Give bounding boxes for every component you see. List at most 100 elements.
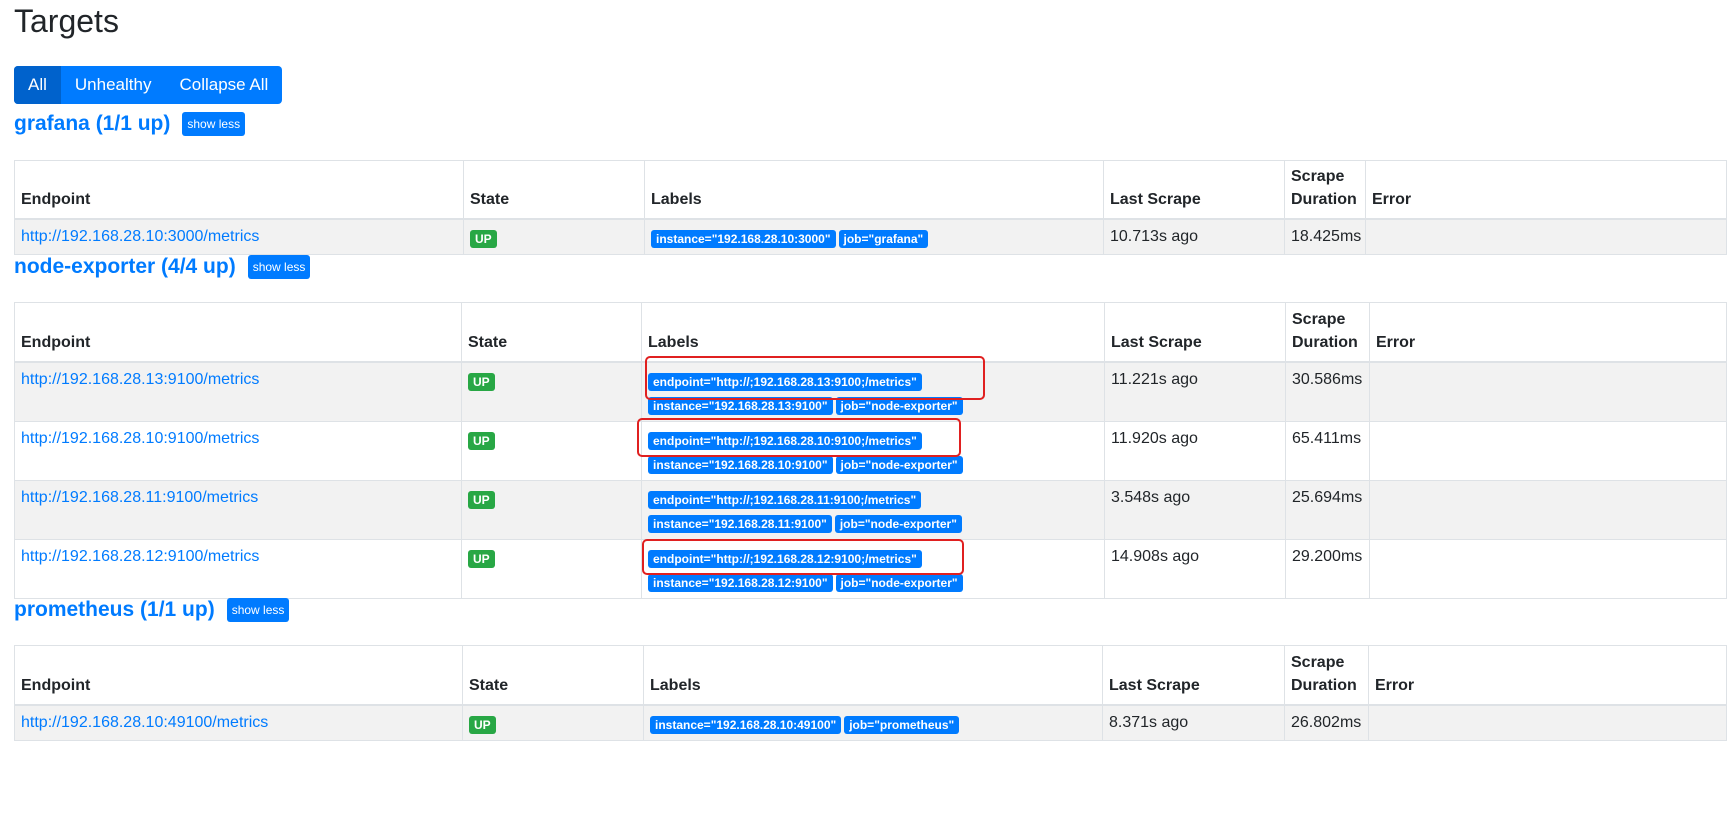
label-badge: job="node-exporter" — [835, 573, 963, 592]
column-header-scrape-duration: Scrape Duration — [1284, 160, 1366, 220]
table-row: http://192.168.28.10:49100/metrics UP inst… — [14, 704, 1727, 741]
table-row: http://192.168.28.11:9100/metrics UP endpo… — [14, 479, 1727, 540]
collapse-all-button[interactable]: Collapse All — [165, 66, 282, 104]
column-header-labels: Labels — [643, 645, 1103, 706]
scrape-duration-cell: 65.411ms — [1285, 420, 1370, 481]
state-cell: UP — [462, 704, 644, 741]
filter-all-button[interactable]: All — [14, 66, 61, 104]
last-scrape-cell: 11.221s ago — [1104, 361, 1286, 422]
label-badge: endpoint="http://;192.168.28.10:9100;/me… — [648, 431, 922, 450]
endpoint-link[interactable]: http://192.168.28.13:9100/metrics — [14, 361, 462, 422]
column-header-state: State — [461, 302, 642, 363]
state-badge: UP — [470, 229, 497, 248]
table-header-row: Endpoint State Labels Last Scrape Scrape Dur… — [14, 645, 1727, 706]
table-row: http://192.168.28.10:9100/metrics UP endpo… — [14, 420, 1727, 481]
state-badge: UP — [469, 715, 496, 734]
table-row: http://192.168.28.13:9100/metrics UP endpo… — [14, 361, 1727, 422]
scrape-duration-cell: 18.425ms — [1284, 218, 1366, 255]
column-header-endpoint: Endpoint — [14, 645, 463, 706]
label-badge: job="node-exporter" — [835, 396, 963, 415]
label-badge: job="grafana" — [838, 229, 929, 248]
scrape-duration-cell: 25.694ms — [1285, 479, 1370, 540]
show-less-button[interactable]: show less — [182, 112, 246, 136]
target-group-header: prometheus (1/1 up) show less — [14, 598, 290, 622]
error-cell — [1369, 420, 1727, 481]
column-header-error: Error — [1365, 160, 1727, 220]
label-badge: instance="192.168.28.11:9100" — [648, 514, 832, 533]
labels-cell: endpoint="http://;192.168.28.11:9100;/me… — [641, 479, 1105, 540]
last-scrape-cell: 8.371s ago — [1102, 704, 1285, 741]
target-group-title[interactable]: node-exporter (4/4 up) — [14, 255, 236, 279]
scrape-duration-cell: 29.200ms — [1285, 538, 1370, 599]
show-less-button[interactable]: show less — [226, 598, 290, 622]
state-cell: UP — [461, 538, 642, 599]
show-less-button[interactable]: show less — [247, 255, 311, 279]
column-header-last-scrape: Last Scrape — [1102, 645, 1285, 706]
label-badge: endpoint="http://;192.168.28.12:9100;/me… — [648, 549, 922, 568]
page-title: Targets — [14, 3, 119, 39]
endpoint-link[interactable]: http://192.168.28.10:49100/metrics — [14, 704, 463, 741]
state-badge: UP — [468, 431, 495, 450]
filter-button-group: All Unhealthy Collapse All — [14, 66, 283, 104]
label-badge: job="node-exporter" — [834, 514, 962, 533]
column-header-state: State — [463, 160, 645, 220]
table-header-row: Endpoint State Labels Last Scrape Scrape Dur… — [14, 302, 1727, 363]
last-scrape-cell: 10.713s ago — [1103, 218, 1285, 255]
column-header-last-scrape: Last Scrape — [1104, 302, 1286, 363]
label-badge: endpoint="http://;192.168.28.13:9100;/me… — [648, 372, 922, 391]
last-scrape-cell: 14.908s ago — [1104, 538, 1286, 599]
endpoint-link[interactable]: http://192.168.28.11:9100/metrics — [14, 479, 462, 540]
target-group-header: node-exporter (4/4 up) show less — [14, 255, 311, 279]
state-badge: UP — [468, 490, 495, 509]
table-header-row: Endpoint State Labels Last Scrape Scrape Dur… — [14, 160, 1727, 220]
label-badge: job="node-exporter" — [835, 455, 963, 474]
state-badge: UP — [468, 549, 495, 568]
column-header-scrape-duration: Scrape Duration — [1284, 645, 1369, 706]
column-header-scrape-duration: Scrape Duration — [1285, 302, 1370, 363]
last-scrape-cell: 3.548s ago — [1104, 479, 1286, 540]
labels-cell: endpoint="http://;192.168.28.10:9100;/me… — [641, 420, 1105, 481]
last-scrape-cell: 11.920s ago — [1104, 420, 1286, 481]
table-row: http://192.168.28.10:3000/metrics UP insta… — [14, 218, 1727, 255]
error-cell — [1365, 218, 1727, 255]
error-cell — [1369, 361, 1727, 422]
column-header-labels: Labels — [644, 160, 1104, 220]
label-badge: instance="192.168.28.10:3000" — [651, 229, 836, 248]
scrape-duration-cell: 30.586ms — [1285, 361, 1370, 422]
error-cell — [1369, 538, 1727, 599]
table-row: http://192.168.28.12:9100/metrics UP endpo… — [14, 538, 1727, 599]
label-badge: instance="192.168.28.10:49100" — [650, 715, 842, 734]
labels-cell: endpoint="http://;192.168.28.12:9100;/me… — [641, 538, 1105, 599]
error-cell — [1368, 704, 1727, 741]
column-header-error: Error — [1368, 645, 1727, 706]
targets-table: Endpoint State Labels Last Scrape Scrape Dur… — [14, 302, 1727, 599]
column-header-last-scrape: Last Scrape — [1103, 160, 1285, 220]
column-header-endpoint: Endpoint — [14, 160, 464, 220]
labels-cell: endpoint="http://;192.168.28.13:9100;/me… — [641, 361, 1105, 422]
labels-cell: instance="192.168.28.10:49100" job="prome… — [643, 704, 1103, 741]
targets-table: Endpoint State Labels Last Scrape Scrape Dur… — [14, 645, 1727, 741]
labels-cell: instance="192.168.28.10:3000" job="grafan… — [644, 218, 1104, 255]
filter-unhealthy-button[interactable]: Unhealthy — [61, 66, 166, 104]
endpoint-link[interactable]: http://192.168.28.10:3000/metrics — [14, 218, 464, 255]
state-cell: UP — [461, 420, 642, 481]
target-group-header: grafana (1/1 up) show less — [14, 112, 246, 136]
endpoint-link[interactable]: http://192.168.28.12:9100/metrics — [14, 538, 462, 599]
target-group-title[interactable]: prometheus (1/1 up) — [14, 598, 215, 622]
label-badge: instance="192.168.28.12:9100" — [648, 573, 833, 592]
column-header-state: State — [462, 645, 644, 706]
state-cell: UP — [461, 361, 642, 422]
column-header-endpoint: Endpoint — [14, 302, 462, 363]
state-badge: UP — [468, 372, 495, 391]
error-cell — [1369, 479, 1727, 540]
state-cell: UP — [463, 218, 645, 255]
label-badge: instance="192.168.28.13:9100" — [648, 396, 833, 415]
label-badge: endpoint="http://;192.168.28.11:9100;/me… — [648, 490, 922, 509]
scrape-duration-cell: 26.802ms — [1284, 704, 1369, 741]
column-header-error: Error — [1369, 302, 1727, 363]
column-header-labels: Labels — [641, 302, 1105, 363]
target-group-title[interactable]: grafana (1/1 up) — [14, 112, 170, 136]
targets-table: Endpoint State Labels Last Scrape Scrape Dur… — [14, 160, 1727, 255]
label-badge: job="prometheus" — [844, 715, 960, 734]
endpoint-link[interactable]: http://192.168.28.10:9100/metrics — [14, 420, 462, 481]
